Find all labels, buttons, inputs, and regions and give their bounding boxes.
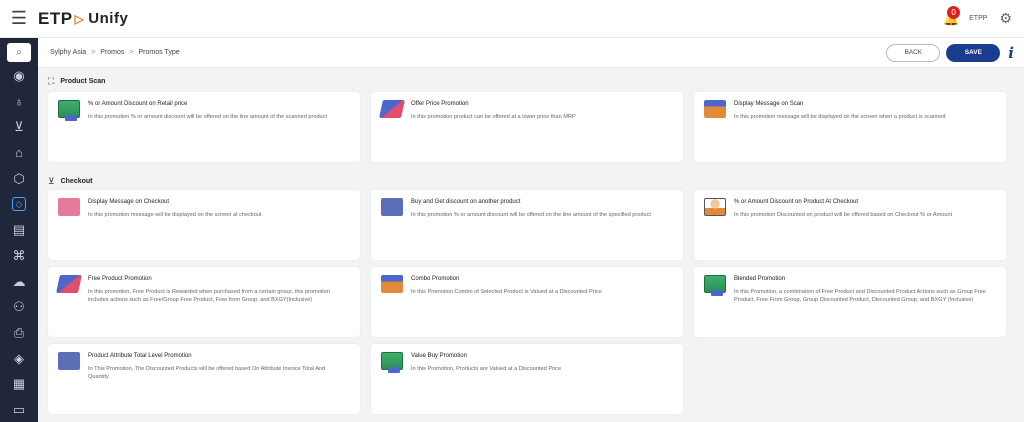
info-icon[interactable]: i: [1008, 44, 1014, 62]
save-button[interactable]: SAVE: [946, 43, 1001, 62]
cash-icon: [58, 100, 80, 121]
truck-icon: [58, 352, 80, 370]
box-icon[interactable]: ⬡: [0, 167, 38, 191]
card-description: In this Promotion, Products are Valued a…: [411, 366, 562, 372]
integration-icon[interactable]: ◈: [0, 347, 38, 371]
card-description: In this promotion % or amount discount w…: [88, 114, 328, 120]
back-button[interactable]: BACK: [886, 43, 941, 62]
card-title: % or Amount Discount on Product At Check…: [734, 199, 859, 205]
dashboard-icon[interactable]: ◉: [0, 64, 38, 88]
cart-icon[interactable]: ⊻: [0, 115, 38, 139]
promo-card[interactable]: Product Attribute Total Level Promotion …: [48, 344, 360, 414]
card-title: Offer Price Promotion: [411, 101, 469, 107]
card-title: Display Message on Checkout: [88, 199, 170, 205]
cash-icon: [381, 352, 403, 373]
scan-icon: ⛶: [48, 76, 55, 86]
page-actions: BACK SAVE i: [886, 43, 1014, 62]
discount-tag-icon: [58, 198, 80, 216]
app-logo[interactable]: ETP ▷ Unify: [38, 9, 128, 29]
network-icon[interactable]: ⌘: [0, 244, 38, 268]
users-icon[interactable]: ⚇: [0, 295, 38, 319]
card-title: Display Message on Scan: [734, 101, 804, 107]
cloud-icon[interactable]: ☁: [0, 270, 38, 294]
printer-icon[interactable]: ⎙: [0, 321, 38, 345]
sidebar-search-icon[interactable]: ⌕: [7, 43, 31, 62]
promo-card[interactable]: Display Message on Checkout In this prom…: [48, 190, 360, 260]
cash-icon: [704, 275, 726, 296]
card-description: In this promotion Discounted on product …: [734, 212, 953, 218]
breadcrumb-separator: >: [129, 49, 134, 56]
hamburger-menu-icon[interactable]: ☰: [0, 0, 38, 38]
user-name[interactable]: ETPP: [969, 15, 987, 22]
topbar-right: 🔔 0 ETPP ⚙: [941, 5, 1012, 29]
card-title: Free Product Promotion: [88, 276, 152, 282]
promo-card[interactable]: Buy and Get discount on another product …: [371, 190, 683, 260]
section-checkout: ⊻ Checkout: [48, 176, 93, 187]
notification-badge: 0: [947, 5, 961, 19]
filter-icon[interactable]: ♁: [0, 90, 38, 114]
promo-card[interactable]: Blended Promotion In this Promotion, a c…: [694, 267, 1006, 337]
promo-card[interactable]: Display Message on Scan In this promotio…: [694, 92, 1006, 162]
card-description: In this Promotion Combo of Selected Prod…: [411, 289, 602, 295]
breadcrumb-bar: Sylphy Asia > Promos > Promos Type BACK …: [38, 38, 1024, 68]
card-title: Blended Promotion: [734, 276, 786, 282]
promo-card[interactable]: Offer Price Promotion In this promotion …: [371, 92, 683, 162]
card-description: In This Promotion, The Discounted Produc…: [88, 366, 326, 380]
calendar-icon[interactable]: ▦: [0, 373, 38, 397]
breadcrumb-item: Promos Type: [138, 49, 180, 56]
monitor-icon[interactable]: ▭: [0, 398, 38, 422]
checkout-cart-icon: ⊻: [48, 176, 55, 186]
notification-bell-icon[interactable]: 🔔 0: [941, 5, 961, 29]
logo-play-icon: ▷: [74, 11, 85, 26]
card-title: Product Attribute Total Level Promotion: [88, 353, 192, 359]
breadcrumb-separator: >: [91, 49, 96, 56]
percent-icon: [381, 275, 403, 293]
section-title: Checkout: [60, 178, 93, 185]
promo-card[interactable]: Combo Promotion In this Promotion Combo …: [371, 267, 683, 337]
promo-card[interactable]: Value Buy Promotion In this Promotion, P…: [371, 344, 683, 414]
promo-card[interactable]: Free Product Promotion In this promotion…: [48, 267, 360, 337]
card-description: In this promotion % or amount discount w…: [411, 212, 651, 218]
card-description: In this promotion message will be displa…: [734, 114, 946, 120]
breadcrumb-item[interactable]: Promos: [100, 49, 124, 56]
price-tag-icon: [56, 275, 82, 293]
document-icon[interactable]: ▤: [0, 218, 38, 242]
card-description: In this promotion, Free Product is Rewar…: [88, 289, 330, 303]
breadcrumb-item[interactable]: Sylphy Asia: [50, 49, 86, 56]
card-description: In this Promotion, a combination of Free…: [734, 289, 986, 303]
logo-main: ETP: [38, 8, 73, 28]
card-title: Buy and Get discount on another product: [411, 199, 521, 205]
main-content: ⛶ Product Scan % or Amount Discount on R…: [38, 68, 1024, 422]
price-tag-icon: [379, 100, 405, 118]
card-description: In this promotion message will be displa…: [88, 212, 262, 218]
card-description: In this promotion product can be offered…: [411, 114, 576, 120]
settings-gear-icon[interactable]: ⚙: [999, 10, 1012, 27]
promos-icon[interactable]: ◇: [0, 193, 38, 217]
card-title: Combo Promotion: [411, 276, 460, 282]
section-title: Product Scan: [60, 78, 106, 85]
percent-icon: [704, 100, 726, 118]
person-discount-icon: [704, 198, 726, 216]
store-icon[interactable]: ⌂: [0, 141, 38, 165]
promo-card[interactable]: % or Amount Discount on Retail price In …: [48, 92, 360, 162]
section-product-scan: ⛶ Product Scan: [48, 76, 105, 87]
card-title: % or Amount Discount on Retail price: [88, 101, 188, 107]
top-bar: ☰ ETP ▷ Unify 🔔 0 ETPP ⚙: [0, 0, 1024, 38]
promo-card[interactable]: % or Amount Discount on Product At Check…: [694, 190, 1006, 260]
card-title: Value Buy Promotion: [411, 353, 467, 359]
sidebar: ⌕ ◉ ♁ ⊻ ⌂ ⬡ ◇ ▤ ⌘ ☁ ⚇ ⎙ ◈ ▦ ▭: [0, 38, 38, 422]
logo-sub: Unify: [88, 10, 129, 27]
truck-icon: [381, 198, 403, 216]
breadcrumb: Sylphy Asia > Promos > Promos Type: [50, 49, 180, 56]
